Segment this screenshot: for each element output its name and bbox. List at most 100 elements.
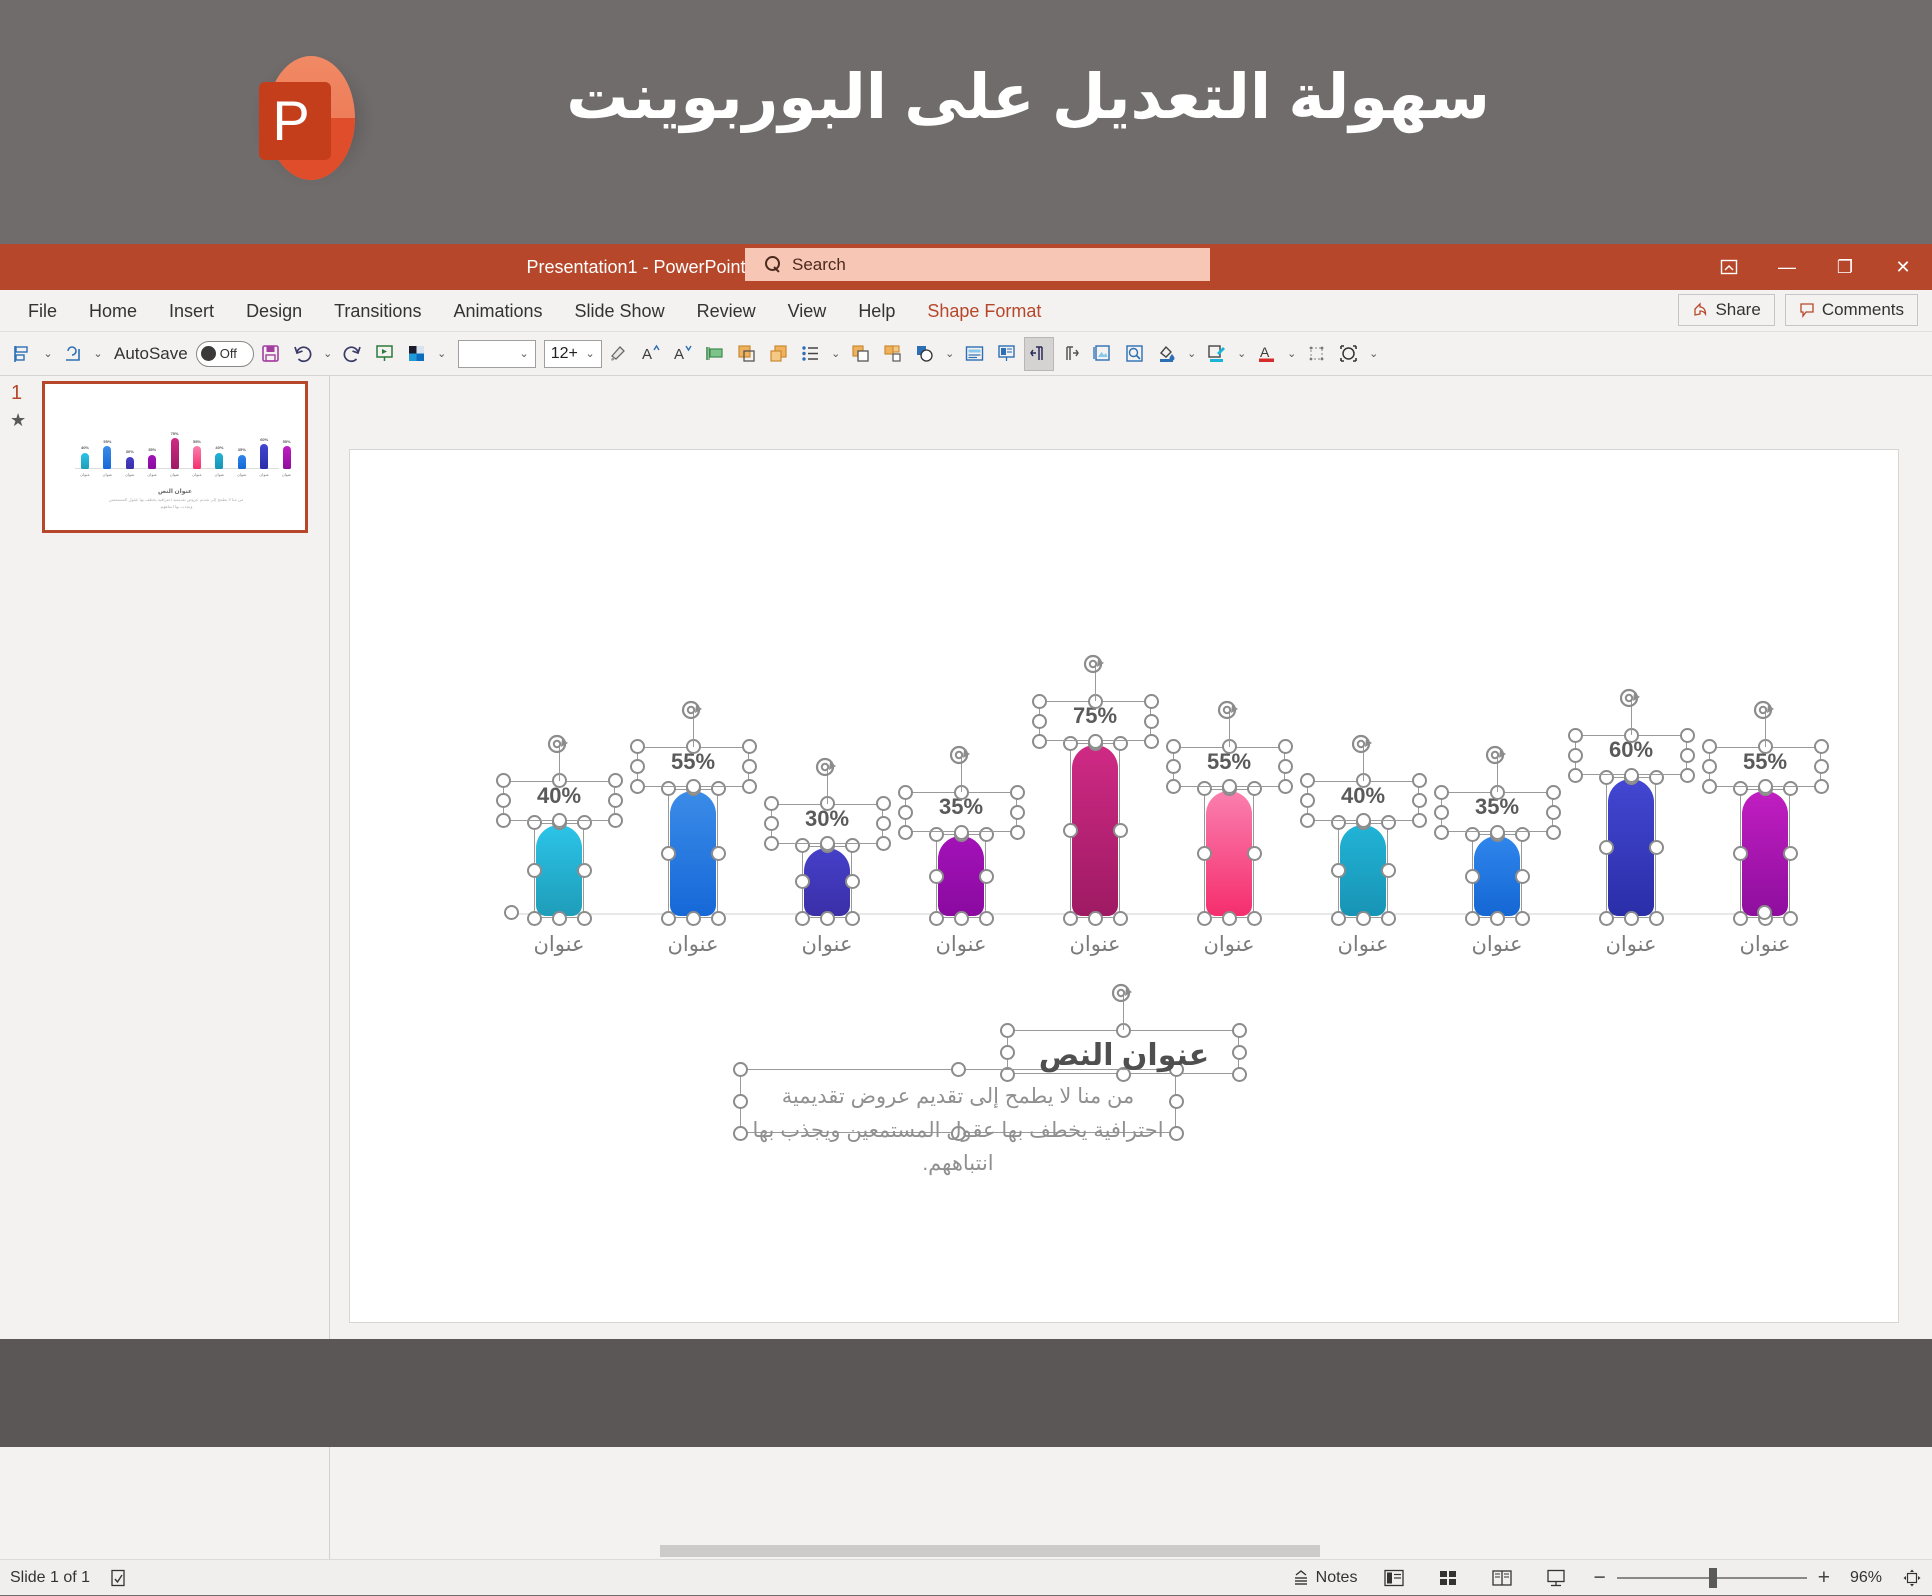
rotation-handle[interactable] bbox=[1082, 652, 1108, 678]
resize-handle[interactable] bbox=[1813, 759, 1829, 775]
resize-handle[interactable] bbox=[1299, 773, 1315, 789]
resize-handle[interactable] bbox=[1757, 779, 1773, 795]
crop-icon[interactable] bbox=[1334, 337, 1364, 371]
resize-handle[interactable] bbox=[1196, 845, 1212, 861]
bar-value-label[interactable]: 40% bbox=[75, 445, 96, 450]
slide-surface[interactable]: 40% عنوان 55% عنوان 30% عنوان 35% عنوان 75% عنوان… bbox=[350, 450, 1898, 1322]
resize-handle[interactable] bbox=[629, 779, 645, 795]
resize-handle[interactable] bbox=[1732, 845, 1748, 861]
undo-icon[interactable] bbox=[288, 337, 318, 371]
resize-handle[interactable] bbox=[576, 815, 592, 831]
horizontal-scrollbar[interactable] bbox=[660, 1543, 1932, 1559]
bar-category-label[interactable]: عنوان bbox=[141, 472, 163, 477]
restore-button[interactable]: ❐ bbox=[1816, 244, 1874, 290]
text-body[interactable]: من منا لا يطمح إلى تقديم عروض تقديمية اح… bbox=[749, 1080, 1167, 1181]
resize-handle[interactable] bbox=[1464, 910, 1480, 926]
resize-handle[interactable] bbox=[1031, 733, 1047, 749]
resize-handle[interactable] bbox=[844, 910, 860, 926]
rotate-objects-dropdown[interactable]: ⌄ bbox=[942, 337, 958, 371]
ribbon-tab-view[interactable]: View bbox=[772, 290, 843, 332]
resize-handle[interactable] bbox=[928, 868, 944, 884]
slideshow-view-icon[interactable] bbox=[1539, 1565, 1573, 1591]
resize-handle[interactable] bbox=[1165, 739, 1181, 755]
send-backward-icon[interactable] bbox=[764, 337, 794, 371]
resize-handle[interactable] bbox=[710, 781, 726, 797]
rotation-handle[interactable] bbox=[1752, 698, 1778, 724]
resize-handle[interactable] bbox=[1464, 826, 1480, 842]
align-objects-dropdown[interactable]: ⌄ bbox=[40, 337, 56, 371]
slide-thumbnail-1[interactable]: 40% عنوان 55% عنوان 30% عنوان 35% عنوان 75% عنوان… bbox=[42, 381, 308, 533]
bar-category-label[interactable]: عنوان bbox=[231, 472, 253, 477]
slide-indicator[interactable]: Slide 1 of 1 bbox=[10, 1569, 90, 1587]
resize-handle[interactable] bbox=[1246, 845, 1262, 861]
zoom-out-button[interactable]: − bbox=[1593, 1566, 1605, 1590]
resize-handle[interactable] bbox=[526, 815, 542, 831]
ribbon-tab-transitions[interactable]: Transitions bbox=[318, 290, 437, 332]
bar-category-label[interactable]: عنوان bbox=[636, 932, 749, 957]
resize-handle[interactable] bbox=[1380, 862, 1396, 878]
resize-handle[interactable] bbox=[844, 874, 860, 890]
format-painter-icon[interactable] bbox=[604, 337, 634, 371]
bring-forward-icon[interactable] bbox=[732, 337, 762, 371]
resize-handle[interactable] bbox=[819, 910, 835, 926]
shape-outline-icon[interactable] bbox=[1202, 337, 1232, 371]
resize-handle[interactable] bbox=[1277, 779, 1293, 795]
resize-handle[interactable] bbox=[1679, 767, 1695, 783]
resize-handle[interactable] bbox=[978, 910, 994, 926]
rotation-handle[interactable] bbox=[680, 698, 706, 724]
resize-handle[interactable] bbox=[763, 796, 779, 812]
chart-bar[interactable] bbox=[1608, 779, 1654, 916]
resize-handle[interactable] bbox=[1489, 910, 1505, 926]
font-name-combo[interactable]: ⌄ bbox=[457, 339, 536, 368]
resize-handle[interactable] bbox=[1679, 747, 1695, 763]
resize-handle[interactable] bbox=[629, 759, 645, 775]
slide-sorter-icon[interactable] bbox=[1431, 1565, 1465, 1591]
resize-handle[interactable] bbox=[763, 836, 779, 852]
resize-handle[interactable] bbox=[629, 739, 645, 755]
ribbon-tab-design[interactable]: Design bbox=[230, 290, 318, 332]
align-objects-icon[interactable] bbox=[8, 337, 38, 371]
horizontal-scroll-thumb[interactable] bbox=[660, 1545, 1320, 1557]
chart-endpoint-handle[interactable] bbox=[503, 904, 519, 920]
notes-button[interactable]: Notes bbox=[1291, 1568, 1357, 1588]
minimize-button[interactable]: — bbox=[1758, 244, 1816, 290]
resize-handle[interactable] bbox=[1598, 910, 1614, 926]
chart-bar[interactable] bbox=[193, 446, 201, 469]
resize-handle[interactable] bbox=[551, 910, 567, 926]
resize-handle[interactable] bbox=[1355, 910, 1371, 926]
resize-handle[interactable] bbox=[1062, 823, 1078, 838]
toolbar-overflow-icon[interactable]: ⌄ bbox=[1366, 337, 1382, 371]
resize-handle[interactable] bbox=[741, 739, 757, 755]
text-direction-icon[interactable] bbox=[700, 337, 730, 371]
resize-handle[interactable] bbox=[1031, 693, 1047, 709]
resize-handle[interactable] bbox=[1330, 910, 1346, 926]
resize-handle[interactable] bbox=[844, 838, 860, 854]
rotation-handle[interactable] bbox=[948, 743, 974, 769]
resize-handle[interactable] bbox=[1009, 824, 1025, 840]
resize-handle[interactable] bbox=[1782, 781, 1798, 797]
resize-handle[interactable] bbox=[1514, 826, 1530, 842]
chart-bar[interactable] bbox=[938, 836, 984, 916]
rotation-handle[interactable] bbox=[1110, 981, 1136, 1007]
resize-handle[interactable] bbox=[928, 910, 944, 926]
resize-handle[interactable] bbox=[1648, 910, 1664, 926]
bar-category-label[interactable]: عنوان bbox=[502, 932, 615, 957]
ribbon-tab-help[interactable]: Help bbox=[842, 290, 911, 332]
ribbon-tab-slide-show[interactable]: Slide Show bbox=[559, 290, 681, 332]
resize-handle[interactable] bbox=[1087, 733, 1103, 749]
chart-bar[interactable] bbox=[670, 790, 716, 916]
shape-outline-dropdown[interactable]: ⌄ bbox=[1234, 337, 1250, 371]
bar-value-label[interactable]: 30% bbox=[119, 449, 140, 454]
resize-handle[interactable] bbox=[741, 779, 757, 795]
rotation-handle[interactable] bbox=[814, 755, 840, 781]
resize-handle[interactable] bbox=[685, 910, 701, 926]
ribbon-tab-animations[interactable]: Animations bbox=[437, 290, 558, 332]
ribbon-display-options-icon[interactable] bbox=[1700, 244, 1758, 290]
font-color-icon[interactable]: A bbox=[1252, 337, 1282, 371]
resize-handle[interactable] bbox=[660, 845, 676, 861]
bar-value-label[interactable]: 35% bbox=[142, 447, 163, 452]
comments-button[interactable]: Comments bbox=[1784, 294, 1918, 326]
resize-handle[interactable] bbox=[1701, 779, 1717, 795]
resize-handle[interactable] bbox=[607, 813, 623, 829]
resize-handle[interactable] bbox=[1277, 759, 1293, 775]
